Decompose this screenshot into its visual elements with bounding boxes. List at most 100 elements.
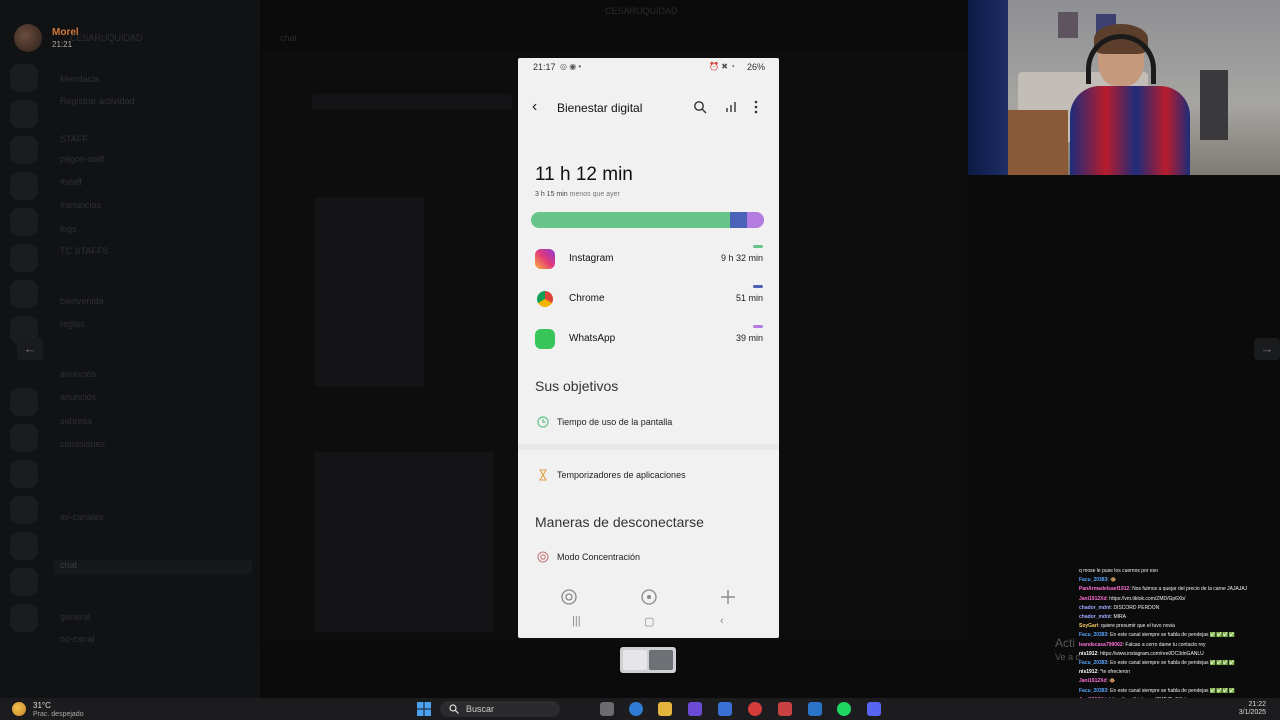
clock-date: 3/1/2025: [1238, 709, 1266, 716]
server-icon[interactable]: [10, 568, 38, 596]
chrome-icon: [537, 291, 553, 307]
goal-item-app-timers[interactable]: Temporizadores de aplicaciones: [518, 466, 779, 486]
channel-item[interactable]: #anuncios: [60, 200, 101, 214]
add-icon[interactable]: [719, 588, 737, 606]
server-name: CESARUQUIDAD: [70, 33, 143, 43]
spotify-icon[interactable]: [837, 702, 851, 716]
search-icon[interactable]: [693, 100, 707, 114]
stats-icon[interactable]: [724, 100, 738, 114]
server-icon[interactable]: [10, 172, 38, 200]
server-icon[interactable]: [10, 496, 38, 524]
task-view-icon[interactable]: [600, 702, 614, 716]
chat-username: Facu_20383: [1079, 577, 1108, 584]
channel-item[interactable]: logs: [60, 224, 77, 238]
notification-icons: ◎ ◉ •: [560, 62, 582, 71]
server-icon[interactable]: [10, 136, 38, 164]
server-icon[interactable]: [10, 460, 38, 488]
chat-text: : quiere presumir que el tuvo novia: [1098, 623, 1175, 630]
streamer: [1070, 24, 1190, 175]
channel-item[interactable]: pagos-staff: [60, 154, 104, 168]
goal-item-screen-time[interactable]: Tiempo de uso de la pantalla: [518, 413, 779, 433]
channel-item[interactable]: bienvenida: [60, 296, 104, 310]
channel-item[interactable]: comisiones: [60, 439, 105, 453]
audio-player[interactable]: [312, 94, 512, 110]
server-icon[interactable]: [10, 388, 38, 416]
usage-segment-whatsapp: [747, 212, 764, 228]
channel-item[interactable]: Registrar actividad: [60, 96, 135, 110]
image-attachment[interactable]: [314, 197, 424, 387]
chat-username: SoyGari: [1079, 623, 1099, 630]
hourglass-icon: [539, 469, 547, 481]
server-icon[interactable]: [10, 208, 38, 236]
chat-message: chador_mdnt: DISCORD PERDON: [1079, 605, 1279, 611]
chat-message: SoyGari: quiere presumir que el tuvo nov…: [1079, 623, 1279, 629]
shelf: [1200, 70, 1228, 140]
chat-text: q mose le puse los cuernos por eso: [1079, 568, 1158, 574]
app-row-instagram[interactable]: Instagram 9 h 32 min: [518, 239, 779, 279]
channel-item[interactable]: #staff: [60, 177, 82, 191]
app-row-chrome[interactable]: Chrome 51 min: [518, 279, 779, 319]
webcam-feed: [968, 0, 1280, 175]
server-icon[interactable]: [10, 100, 38, 128]
battery-level: 26%: [746, 62, 765, 72]
parental-icon[interactable]: [640, 588, 658, 606]
channel-item[interactable]: av-canales: [60, 512, 104, 526]
home-icon[interactable]: ▢: [644, 615, 654, 628]
recents-icon[interactable]: |||: [572, 615, 581, 627]
desk: [1008, 110, 1068, 175]
previous-arrow-icon[interactable]: ←: [17, 338, 43, 360]
back-nav-icon[interactable]: ‹: [720, 615, 724, 627]
server-icon[interactable]: [10, 604, 38, 632]
weather-icon[interactable]: [12, 702, 26, 716]
usage-indicator: [753, 245, 763, 248]
wellbeing-icon[interactable]: [560, 588, 578, 606]
chat-text: : Nos fuimos a quejar del precio de la c…: [1129, 586, 1248, 593]
server-icon[interactable]: [10, 280, 38, 308]
channel-item[interactable]: Mendacia: [60, 74, 99, 88]
channel-item[interactable]: no-canal: [60, 634, 95, 648]
server-icon[interactable]: [10, 244, 38, 272]
vscode-icon[interactable]: [688, 702, 702, 716]
opera-icon[interactable]: [748, 702, 762, 716]
channel-item-active[interactable]: chat: [54, 560, 252, 574]
more-options-icon[interactable]: [751, 99, 761, 115]
chat-text: : 🐵: [1106, 678, 1116, 685]
chat-username: nis1912: [1079, 669, 1098, 676]
image-attachment[interactable]: [314, 452, 494, 632]
channel-item[interactable]: anuncios: [60, 392, 96, 406]
chat-text: : https://vm.tiktok.com/ZMD/Gp6Xb/: [1106, 595, 1186, 602]
whatsapp-icon: [535, 329, 555, 349]
channel-item[interactable]: general: [60, 612, 90, 626]
chat-username: nis1912: [1079, 650, 1098, 657]
focus-mode-item[interactable]: Modo Concentración: [518, 548, 779, 568]
channel-category[interactable]: TC STAFFS: [60, 246, 108, 260]
next-arrow-icon[interactable]: →: [1254, 338, 1280, 360]
channel-item[interactable]: anuncios: [60, 369, 96, 383]
back-icon[interactable]: ‹: [532, 98, 548, 116]
edge-icon[interactable]: [629, 702, 643, 716]
usage-bar[interactable]: [531, 212, 764, 228]
channel-category[interactable]: STAFF: [60, 134, 88, 148]
clock-time: 21:22: [1248, 701, 1266, 708]
server-icon[interactable]: [10, 424, 38, 452]
channel-item[interactable]: reglas: [60, 319, 85, 333]
windows-start-icon[interactable]: [417, 702, 431, 716]
status-time: 21:17: [533, 62, 556, 72]
chat-username: leandecasa799062: [1079, 641, 1123, 648]
app-row-whatsapp[interactable]: WhatsApp 39 min: [518, 319, 779, 359]
system-clock[interactable]: 21:22 3/1/2025: [1239, 701, 1266, 717]
server-icon[interactable]: [10, 532, 38, 560]
file-explorer-icon[interactable]: [658, 702, 672, 716]
channel-item[interactable]: sabrosa: [60, 416, 92, 430]
bottom-tabs: [518, 586, 779, 610]
discord-icon[interactable]: [867, 702, 881, 716]
obs-icon[interactable]: [778, 702, 792, 716]
total-screen-time: 11 h 12 min: [535, 164, 633, 185]
window-thumbnail[interactable]: [620, 647, 676, 673]
taskbar-search[interactable]: Buscar: [440, 701, 560, 717]
server-rail: [0, 52, 48, 692]
app-icon[interactable]: [808, 702, 822, 716]
server-icon[interactable]: [10, 64, 38, 92]
chat-text: : *te ofrecieron: [1097, 669, 1130, 676]
store-icon[interactable]: [718, 702, 732, 716]
